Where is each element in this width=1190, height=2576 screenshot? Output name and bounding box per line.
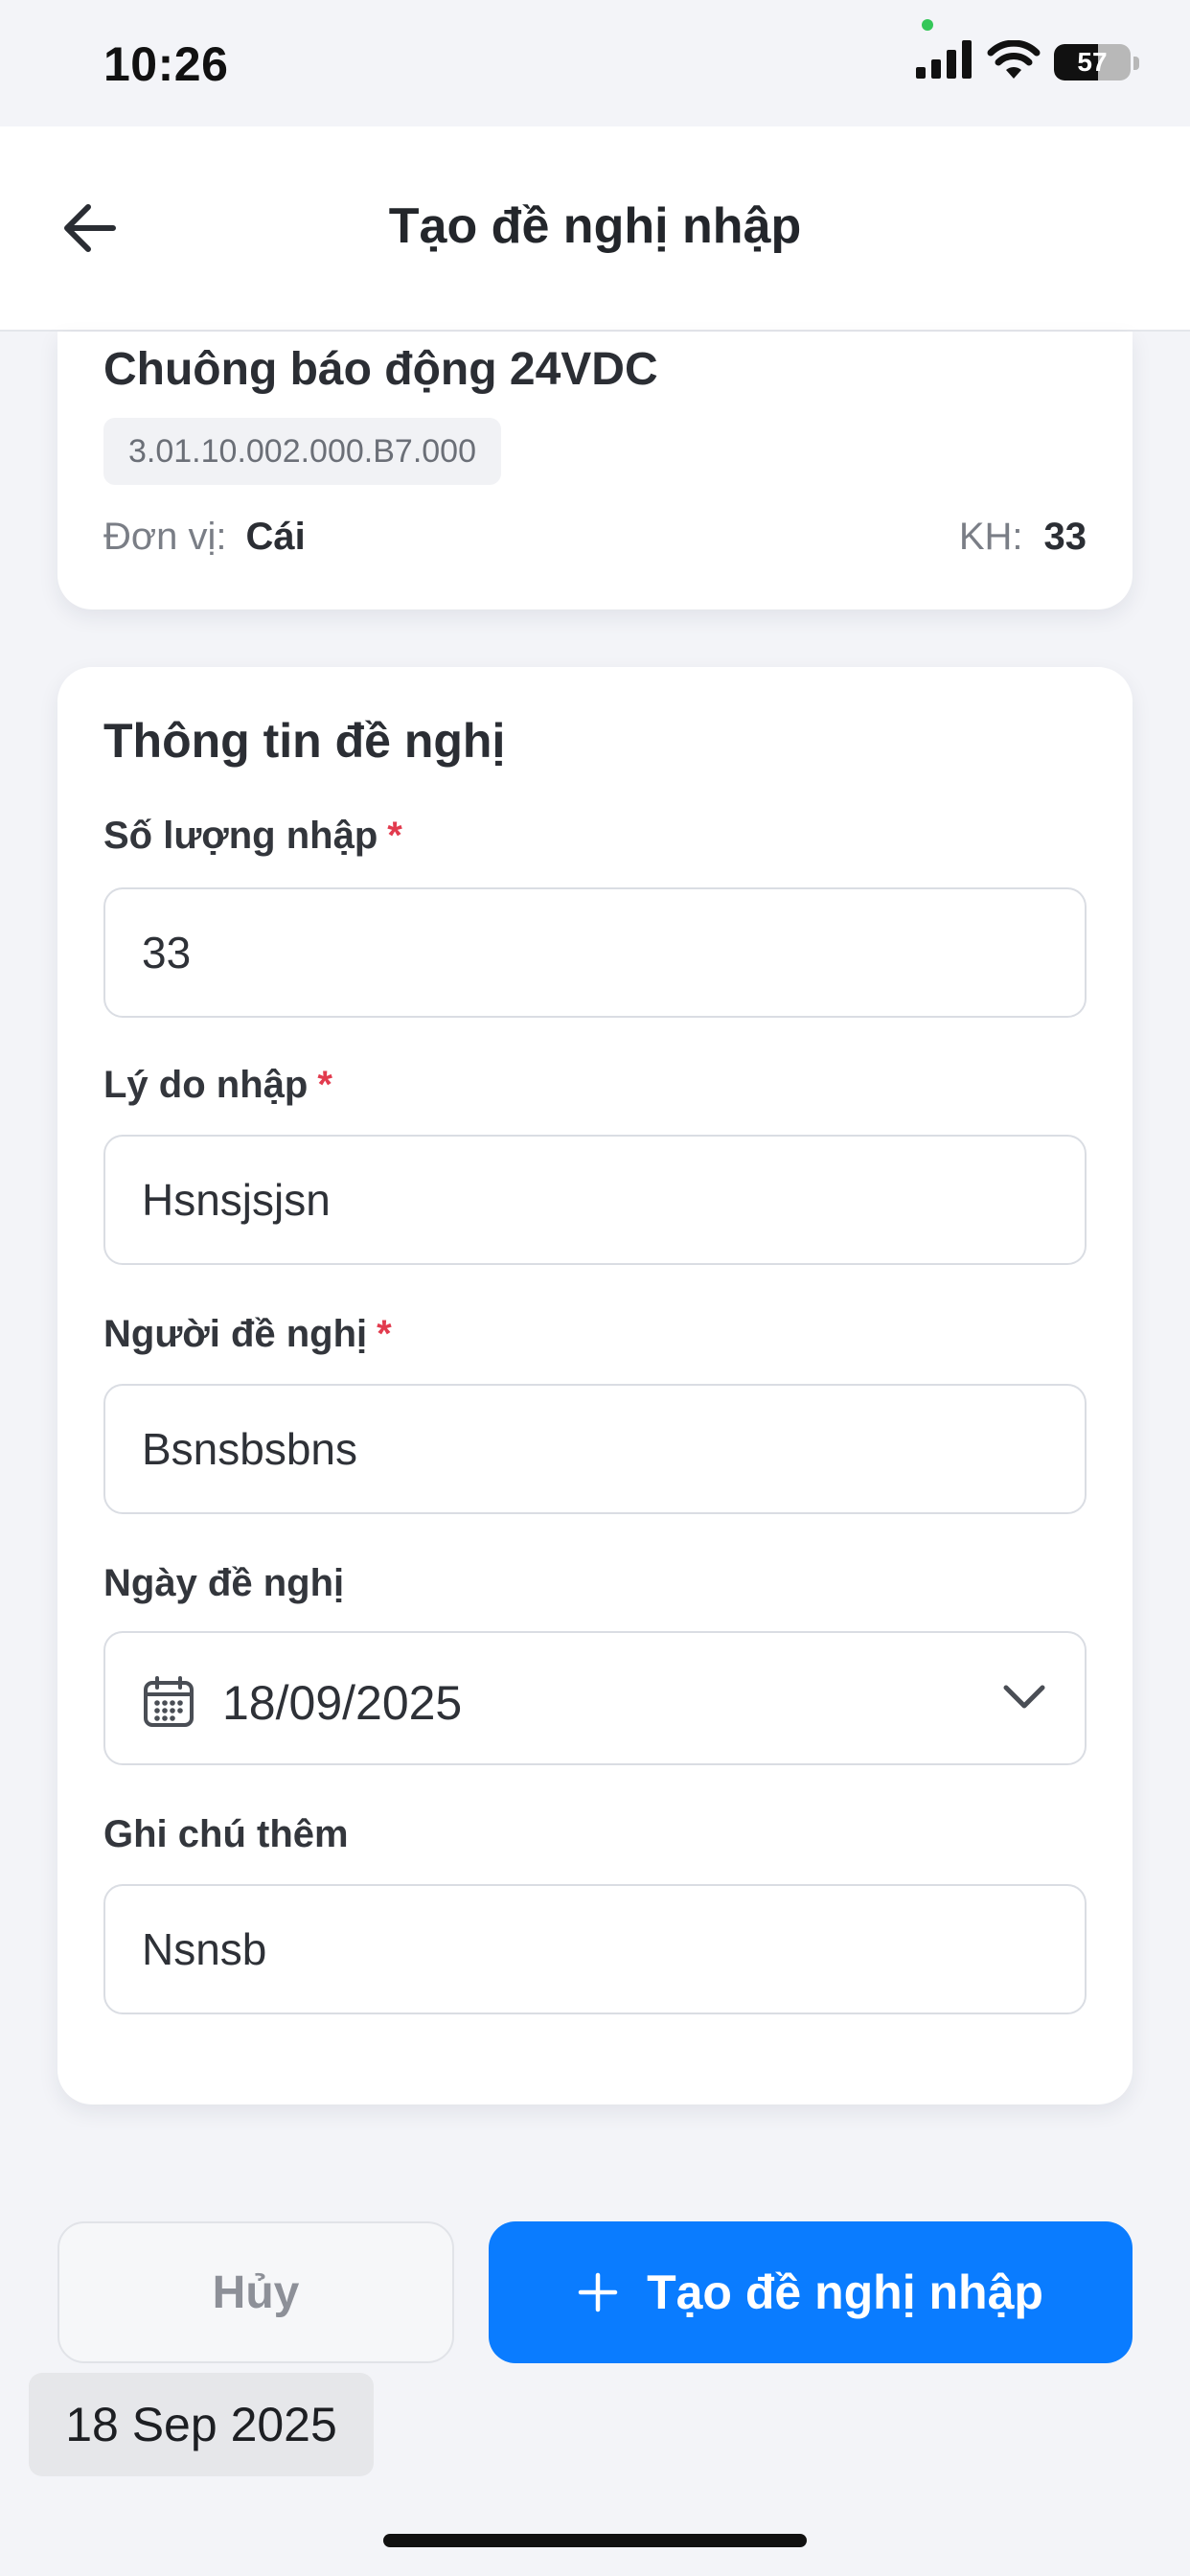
requester-label: Người đề nghị * <box>103 1313 392 1356</box>
item-card: Chuông báo động 24VDC 3.01.10.002.000.B7… <box>57 332 1133 610</box>
quantity-label-text: Số lượng nhập <box>103 815 378 857</box>
battery-nub <box>1133 57 1139 70</box>
app-header: Tạo đề nghị nhập <box>0 126 1190 332</box>
privacy-indicator-dot <box>922 19 933 31</box>
wifi-icon <box>987 40 1041 79</box>
chevron-down-icon <box>1003 1685 1045 1709</box>
note-input[interactable]: Nsnsb <box>103 1884 1087 2014</box>
date-label: Ngày đề nghị <box>103 1562 345 1604</box>
requester-label-text: Người đề nghị <box>103 1313 368 1355</box>
item-name: Chuông báo động 24VDC <box>103 344 658 395</box>
date-value: 18/09/2025 <box>222 1676 463 1730</box>
home-indicator <box>383 2534 807 2547</box>
required-star: * <box>377 1313 392 1355</box>
unit-value: Cái <box>245 516 306 558</box>
kh-label: KH: <box>958 516 1023 558</box>
create-request-button[interactable]: Tạo đề nghị nhập <box>489 2221 1133 2363</box>
unit-row: Đơn vị: Cái <box>103 516 306 559</box>
cancel-button[interactable]: Hủy <box>57 2221 454 2363</box>
section-title: Thông tin đề nghị <box>103 714 506 768</box>
quantity-input[interactable]: 33 <box>103 887 1087 1018</box>
date-picker[interactable]: 18/09/2025 <box>103 1631 1087 1765</box>
required-star: * <box>387 815 402 857</box>
page-title: Tạo đề nghị nhập <box>388 198 802 254</box>
item-code-badge: 3.01.10.002.000.B7.000 <box>103 418 501 485</box>
kh-value: 33 <box>1043 516 1087 558</box>
calendar-icon <box>144 1676 194 1727</box>
battery-level-text: 57 <box>1077 47 1108 77</box>
request-form-card: Thông tin đề nghị Số lượng nhập * 33 Lý d… <box>57 667 1133 2104</box>
requester-input[interactable]: Bsnsbsbns <box>103 1384 1087 1514</box>
date-badge: 18 Sep 2025 <box>29 2373 374 2476</box>
status-bar: 10:26 57 <box>0 0 1190 126</box>
status-time: 10:26 <box>103 37 229 91</box>
kh-row: KH: 33 <box>959 516 1087 559</box>
signal-icon <box>916 40 972 79</box>
reason-label-text: Lý do nhập <box>103 1064 309 1106</box>
reason-input[interactable]: Hsnsjsjsn <box>103 1135 1087 1265</box>
reason-label: Lý do nhập * <box>103 1064 332 1107</box>
quantity-label: Số lượng nhập * <box>103 815 402 858</box>
note-label: Ghi chú thêm <box>103 1813 349 1855</box>
create-request-label: Tạo đề nghị nhập <box>647 2266 1043 2319</box>
required-star: * <box>317 1064 332 1106</box>
unit-label: Đơn vị: <box>103 516 227 558</box>
battery-icon: 57 <box>1054 44 1131 80</box>
plus-icon <box>578 2272 618 2312</box>
